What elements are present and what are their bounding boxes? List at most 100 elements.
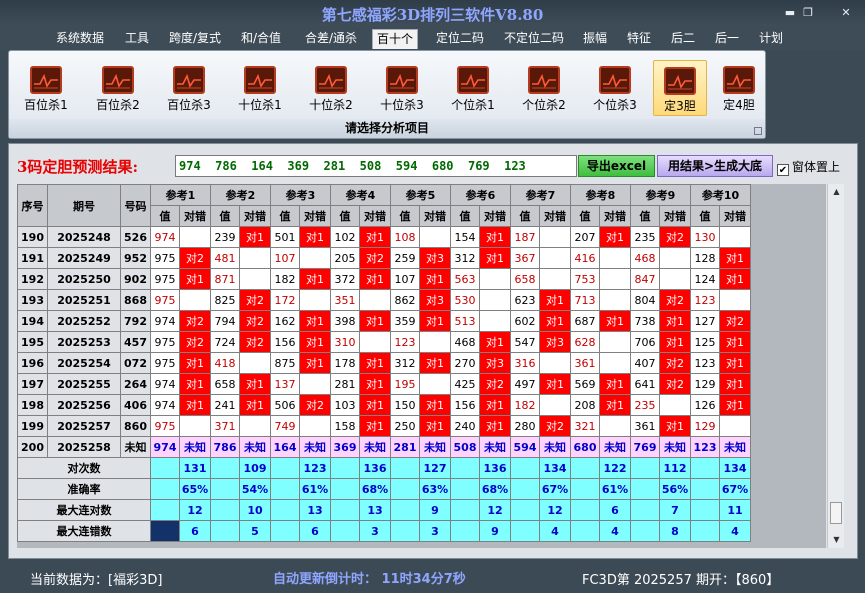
- cell-value: 207: [570, 226, 600, 248]
- menu-3[interactable]: 跨度/复式: [165, 29, 225, 49]
- menu-1[interactable]: 系统数据: [52, 29, 108, 49]
- table-row[interactable]: 197 2025255 264 974 对1 658 对1 137 281 对1 195 425 对2 4…: [17, 373, 751, 395]
- stats-filler: [690, 520, 720, 542]
- ribbon-button-1[interactable]: 百位杀1: [19, 60, 73, 116]
- ribbon-button-label: 十位杀3: [380, 98, 424, 112]
- ribbon-button-6[interactable]: 十位杀3: [375, 60, 429, 116]
- table-row[interactable]: 199 2025257 860 975 371 749 158 对1 250 对1 240 对1 280…: [17, 415, 751, 437]
- ribbon-button-8[interactable]: 个位杀2: [517, 60, 571, 116]
- stats-value: 4: [539, 520, 571, 542]
- menu-5[interactable]: 合差/通杀: [300, 29, 362, 49]
- menu-10[interactable]: 特征: [622, 29, 656, 49]
- table-row[interactable]: 195 2025253 457 975 对2 724 对2 156 对1 310 123 468 对1 5…: [17, 331, 751, 353]
- cell-value: 124: [690, 268, 720, 290]
- checkbox-check-icon[interactable]: ✔: [777, 164, 789, 176]
- menu-4[interactable]: 和/合值: [238, 29, 284, 49]
- status-latest-period: FC3D第 2025257 期开：【860】: [582, 573, 780, 588]
- menu-2[interactable]: 工具: [120, 29, 154, 49]
- chart-line-icon: [599, 66, 631, 94]
- table-row[interactable]: 194 2025252 792 974 对2 794 对2 162 对1 398 对1 359 对1 51…: [17, 310, 751, 332]
- main-panel: 3码定胆预测结果: 974 786 164 369 281 508 594 68…: [8, 143, 858, 559]
- menu-bar: 系统数据 工具 跨度/复式 和/合值 合差/通杀 百十个 定位二码 不定位二码 振幅 特征 后二 后一…: [0, 26, 865, 50]
- cell-value: 125: [690, 331, 720, 353]
- table-row[interactable]: 198 2025256 406 974 对1 241 对1 506 对2 103 对1 150 对1 15…: [17, 394, 751, 416]
- cell-period: 2025252: [47, 310, 121, 332]
- cell-result: [599, 331, 631, 353]
- cell-value: 975: [150, 289, 180, 311]
- ribbon-button-label: 定4胆: [723, 98, 755, 112]
- stats-filler: [510, 520, 540, 542]
- cell-value: 425: [450, 373, 480, 395]
- stats-value: 3: [359, 520, 391, 542]
- data-grid[interactable]: 序号 期号 号码 参考1 参考2 参考3 参考4 参考5 参考6 参考7 参考8 参考9 参考10 值对错…: [17, 184, 826, 548]
- prediction-row[interactable]: 200 2025258 未知 974 未知 786 未知 164 未知 369 未知 281 未知 508…: [17, 436, 751, 458]
- cell-value: 312: [450, 247, 480, 269]
- minimize-icon[interactable]: ▬: [780, 5, 800, 20]
- cell-result: [179, 226, 211, 248]
- stats-filler: [630, 478, 660, 500]
- close-icon[interactable]: ✕: [836, 5, 856, 20]
- cell-value: 713: [570, 289, 600, 311]
- col-ref-header: 参考10: [690, 184, 751, 206]
- ribbon-button-11[interactable]: 定4胆: [712, 60, 766, 116]
- table-row[interactable]: 191 2025249 952 975 对2 481 107 205 对2 259 对3 312 对1 3…: [17, 247, 751, 269]
- table-row[interactable]: 192 2025250 902 975 对1 871 182 对1 372 对1 107 对1 563 6…: [17, 268, 751, 290]
- export-excel-button[interactable]: 导出excel: [578, 155, 655, 177]
- ribbon-button-10[interactable]: 定3胆: [653, 60, 707, 116]
- cell-result: [599, 268, 631, 290]
- cell-result: 对1: [299, 310, 331, 332]
- cell-value: 513: [450, 310, 480, 332]
- menu-9[interactable]: 振幅: [578, 29, 612, 49]
- cell-pred-result: 未知: [239, 436, 271, 458]
- chart-line-icon: [386, 66, 418, 94]
- ribbon-button-3[interactable]: 百位杀3: [162, 60, 216, 116]
- cell-num: 792: [120, 310, 151, 332]
- menu-12[interactable]: 后一: [710, 29, 744, 49]
- col-result-header: 对错: [479, 205, 511, 227]
- cell-num: 860: [120, 415, 151, 437]
- cell-result: 对1: [719, 352, 751, 374]
- menu-8[interactable]: 不定位二码: [498, 29, 570, 49]
- ribbon-button-5[interactable]: 十位杀2: [304, 60, 358, 116]
- col-result-header: 对错: [539, 205, 571, 227]
- scroll-up-icon[interactable]: ▲: [828, 184, 845, 200]
- ribbon-expand-icon[interactable]: [754, 127, 762, 135]
- cell-value: 108: [390, 226, 420, 248]
- cell-result: [239, 268, 271, 290]
- table-row[interactable]: 193 2025251 868 975 825 对2 172 351 862 对3 530 623 对1…: [17, 289, 751, 311]
- cell-pred-value: 680: [570, 436, 600, 458]
- cell-value: 481: [210, 247, 240, 269]
- ribbon-button-2[interactable]: 百位杀2: [91, 60, 145, 116]
- menu-13[interactable]: 计划: [754, 29, 788, 49]
- stats-filler: [510, 478, 540, 500]
- stats-filler: [570, 478, 600, 500]
- scroll-down-icon[interactable]: ▼: [828, 532, 845, 548]
- table-row[interactable]: 190 2025248 526 974 239 对1 501 对1 102 对1 108 154 对1 1…: [17, 226, 751, 248]
- stats-filler: [390, 457, 420, 479]
- cell-pred-result: 未知: [659, 436, 691, 458]
- menu-11[interactable]: 后二: [666, 29, 700, 49]
- cell-value: 753: [570, 268, 600, 290]
- ribbon-button-7[interactable]: 个位杀1: [446, 60, 500, 116]
- window-topmost-checkbox[interactable]: ✔ 窗体置上: [777, 158, 840, 176]
- maximize-icon[interactable]: ❐: [798, 5, 818, 20]
- stats-value: 13: [299, 499, 331, 521]
- cell-result: 对1: [179, 373, 211, 395]
- scroll-thumb[interactable]: [830, 502, 842, 524]
- table-row[interactable]: 196 2025254 072 975 对1 418 875 对1 178 对1 312 对1 270 对…: [17, 352, 751, 374]
- cell-result: [599, 247, 631, 269]
- prediction-result-field[interactable]: 974 786 164 369 281 508 594 680 769 123: [175, 155, 577, 177]
- cell-value: 361: [630, 415, 660, 437]
- menu-7[interactable]: 定位二码: [430, 29, 490, 49]
- cell-value: 241: [210, 394, 240, 416]
- vertical-scrollbar[interactable]: ▲ ▼: [827, 184, 844, 548]
- generate-large-base-button[interactable]: 用结果>生成大底: [657, 155, 773, 177]
- cell-value: 371: [210, 415, 240, 437]
- cell-value: 407: [630, 352, 660, 374]
- cell-num: 457: [120, 331, 151, 353]
- ribbon-button-4[interactable]: 十位杀1: [233, 60, 287, 116]
- stats-filler: [330, 520, 360, 542]
- cell-value: 312: [390, 352, 420, 374]
- ribbon-button-9[interactable]: 个位杀3: [588, 60, 642, 116]
- menu-6[interactable]: 百十个: [372, 29, 418, 49]
